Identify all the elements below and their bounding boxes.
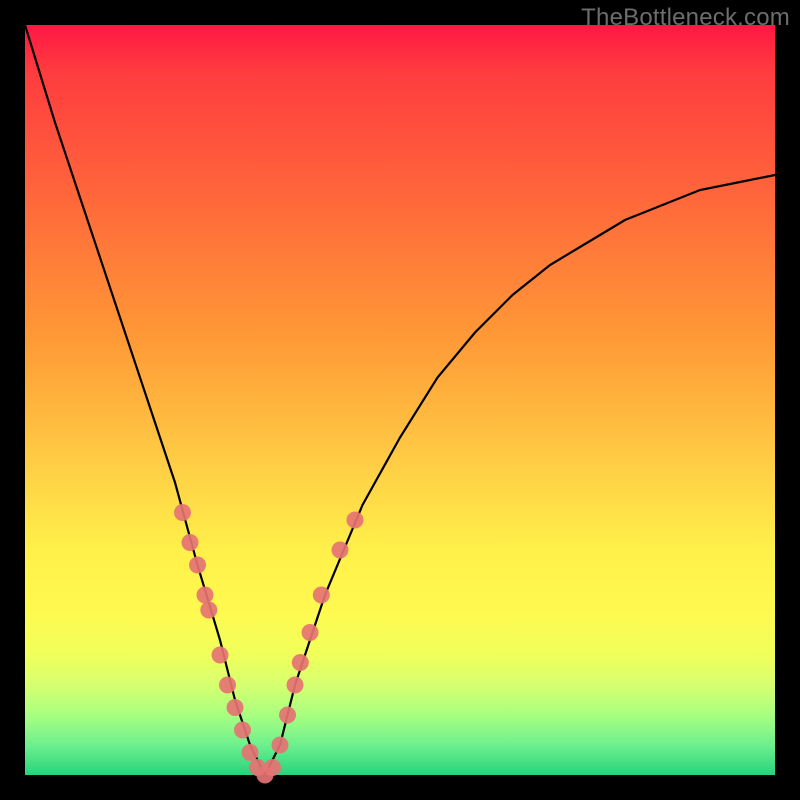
curve-marker <box>347 512 364 529</box>
curve-marker <box>313 587 330 604</box>
attribution-text: TheBottleneck.com <box>581 4 790 32</box>
curve-marker <box>189 557 206 574</box>
curve-marker <box>234 722 251 739</box>
curve-marker <box>292 654 309 671</box>
curve-marker <box>279 707 296 724</box>
curve-marker <box>174 504 191 521</box>
curve-marker <box>287 677 304 694</box>
curve-marker <box>227 699 244 716</box>
curve-markers <box>174 504 364 784</box>
bottleneck-curve <box>25 25 775 775</box>
curve-marker <box>332 542 349 559</box>
bottleneck-plot <box>25 25 775 775</box>
curve-marker <box>272 737 289 754</box>
curve-marker <box>219 677 236 694</box>
curve-marker <box>302 624 319 641</box>
curve-marker <box>182 534 199 551</box>
curve-marker <box>197 587 214 604</box>
chart-area <box>25 25 775 775</box>
curve-marker <box>212 647 229 664</box>
curve-marker <box>264 759 281 776</box>
curve-marker <box>200 602 217 619</box>
curve-marker <box>242 744 259 761</box>
